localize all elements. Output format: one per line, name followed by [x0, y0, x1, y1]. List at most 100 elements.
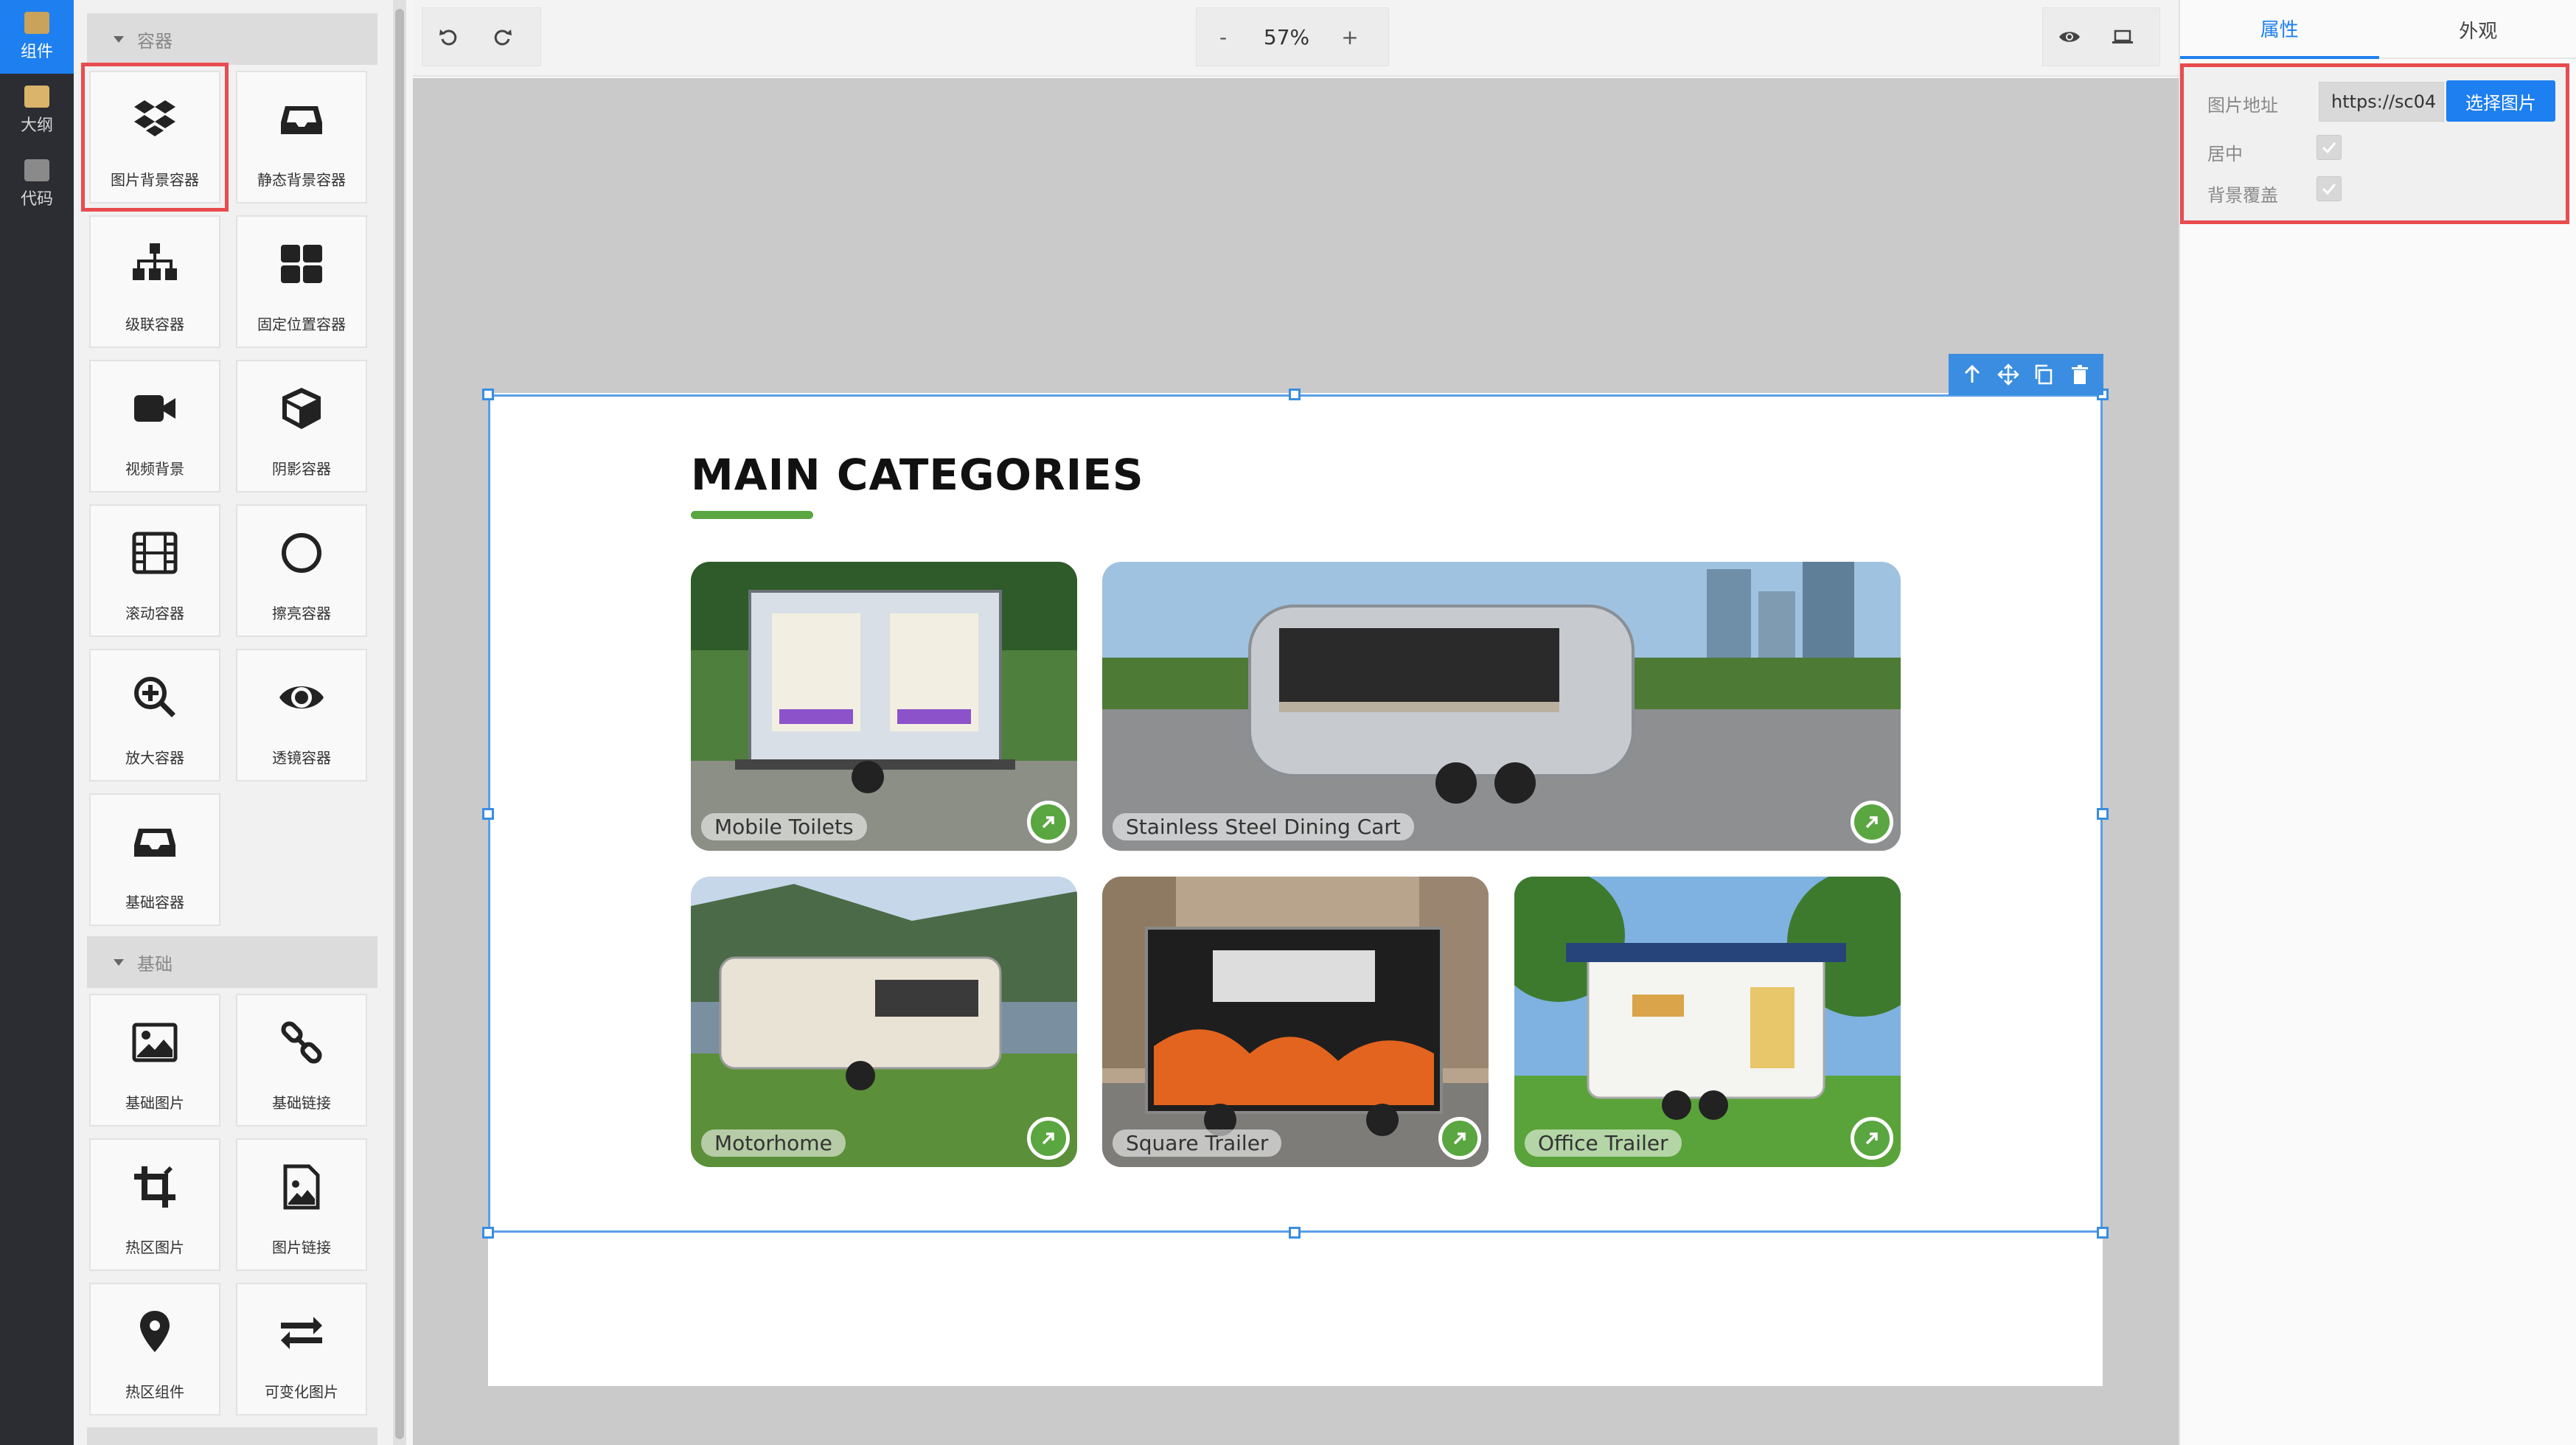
- redo-icon: [494, 29, 512, 46]
- tile-variable-image[interactable]: 可变化图片: [236, 1283, 367, 1416]
- tile-basic-image[interactable]: 基础图片: [89, 994, 220, 1127]
- tile-label: 级联容器: [125, 316, 184, 333]
- sidebar-item-components[interactable]: 组件: [0, 0, 74, 74]
- tile-shadow-container[interactable]: 阴影容器: [236, 360, 367, 492]
- move-icon[interactable]: [1997, 363, 2019, 386]
- copy-icon[interactable]: [2033, 363, 2055, 386]
- resize-handle[interactable]: [482, 808, 494, 820]
- section-title: 容器: [137, 30, 173, 52]
- tile-label: 放大容器: [125, 749, 184, 767]
- eye-icon: [271, 666, 333, 728]
- tile-label: 基础容器: [125, 894, 184, 911]
- zoom-out-button[interactable]: -: [1197, 7, 1250, 66]
- tile-label: 基础链接: [272, 1094, 331, 1112]
- tile-label: 热区组件: [125, 1383, 184, 1401]
- image-url-input[interactable]: https://sc04: [2319, 82, 2444, 122]
- section-title: 基础: [137, 953, 173, 975]
- trash-icon[interactable]: [2069, 363, 2091, 386]
- video-camera-icon: [124, 377, 186, 439]
- tile-hotspot-image[interactable]: 热区图片: [89, 1138, 220, 1271]
- property-tabs: 属性 外观: [2180, 0, 2576, 59]
- arrow-up-icon[interactable]: [1961, 363, 1983, 386]
- zoom-group: - 57% +: [1196, 7, 1389, 66]
- tile-label: 阴影容器: [272, 460, 331, 478]
- bg-cover-label: 背景覆盖: [2207, 185, 2278, 206]
- tile-lens-container[interactable]: 透镜容器: [236, 649, 367, 781]
- panel-scrollbar[interactable]: [393, 0, 406, 1445]
- folder-icon: [24, 86, 49, 108]
- view-group: [2042, 7, 2160, 66]
- link-icon: [271, 1012, 333, 1073]
- tile-label: 热区图片: [125, 1239, 184, 1256]
- tab-appearance[interactable]: 外观: [2379, 0, 2576, 59]
- tile-basic-container[interactable]: 基础容器: [89, 793, 220, 926]
- tile-cascade-container[interactable]: 级联容器: [89, 215, 220, 348]
- tile-label: 静态背景容器: [257, 171, 346, 189]
- tab-properties[interactable]: 属性: [2180, 0, 2379, 59]
- tile-label: 擦亮容器: [272, 605, 331, 622]
- selection-toolbar: [1949, 354, 2103, 395]
- bg-cover-checkbox[interactable]: [2316, 176, 2342, 201]
- exchange-icon: [271, 1300, 333, 1362]
- tile-label: 图片链接: [272, 1239, 331, 1256]
- center-checkbox[interactable]: [2316, 135, 2342, 160]
- tile-basic-link[interactable]: 基础链接: [236, 994, 367, 1127]
- resize-handle[interactable]: [1289, 389, 1301, 400]
- grid-icon: [271, 233, 333, 295]
- redo-button[interactable]: [476, 7, 529, 66]
- laptop-icon: [24, 159, 49, 181]
- check-icon: [2322, 142, 2336, 154]
- tile-label: 滚动容器: [125, 605, 184, 622]
- scrollbar-thumb[interactable]: [395, 9, 404, 1439]
- preview-button[interactable]: [2043, 7, 2096, 66]
- section-header-container[interactable]: 容器: [87, 13, 377, 65]
- film-icon: [124, 522, 186, 584]
- tile-label: 透镜容器: [272, 749, 331, 767]
- tile-image-bg-container[interactable]: 图片背景容器: [81, 63, 229, 212]
- sidebar-item-code[interactable]: 代码: [0, 147, 74, 221]
- crop-icon: [124, 1156, 186, 1218]
- section-header-basic[interactable]: 基础: [87, 936, 377, 988]
- tile-scroll-container[interactable]: 滚动容器: [89, 504, 220, 637]
- sitemap-icon: [124, 233, 186, 295]
- image-url-label: 图片地址: [2207, 95, 2278, 116]
- image-properties-group: 图片地址 https://sc04 选择图片 居中 背景覆盖: [2180, 63, 2569, 224]
- dropbox-icon: [124, 88, 186, 150]
- tile-image-link[interactable]: 图片链接: [236, 1138, 367, 1271]
- laptop-icon: [2112, 29, 2133, 43]
- resize-handle[interactable]: [482, 389, 494, 400]
- activity-bar: 组件 大纲 代码: [0, 0, 74, 1445]
- selection-outline: [488, 394, 2103, 1233]
- resize-handle[interactable]: [482, 1227, 494, 1239]
- resize-handle[interactable]: [2097, 808, 2109, 820]
- tile-video-bg[interactable]: 视频背景: [89, 360, 220, 492]
- center-label: 居中: [2207, 144, 2243, 164]
- history-group: [422, 7, 541, 66]
- section-header-next[interactable]: [87, 1427, 377, 1445]
- cube-icon: [271, 377, 333, 439]
- resize-handle[interactable]: [2097, 1227, 2109, 1239]
- resize-handle[interactable]: [1289, 1227, 1301, 1239]
- image-link-icon: [271, 1156, 333, 1218]
- sidebar-item-label: 组件: [20, 43, 53, 61]
- map-marker-icon: [124, 1300, 186, 1362]
- tile-label: 视频背景: [125, 460, 184, 478]
- tile-static-bg-container[interactable]: 静态背景容器: [236, 71, 367, 203]
- box-icon: [24, 12, 49, 34]
- zoom-in-button[interactable]: +: [1323, 7, 1376, 66]
- eye-icon: [2059, 32, 2080, 42]
- sidebar-item-label: 大纲: [20, 116, 53, 135]
- tile-zoom-container[interactable]: 放大容器: [89, 649, 220, 781]
- sidebar-item-outline[interactable]: 大纲: [0, 74, 74, 147]
- circle-icon: [271, 522, 333, 584]
- device-button[interactable]: [2096, 7, 2149, 66]
- tile-shine-container[interactable]: 擦亮容器: [236, 504, 367, 637]
- choose-image-button[interactable]: 选择图片: [2446, 80, 2555, 122]
- image-icon: [124, 1012, 186, 1073]
- tile-fixed-position-container[interactable]: 固定位置容器: [236, 215, 367, 348]
- tile-label: 基础图片: [125, 1094, 184, 1112]
- caret-down-icon: [114, 958, 124, 966]
- zoom-in-icon: [124, 666, 186, 728]
- undo-button[interactable]: [422, 7, 476, 66]
- tile-hotspot-component[interactable]: 热区组件: [89, 1283, 220, 1416]
